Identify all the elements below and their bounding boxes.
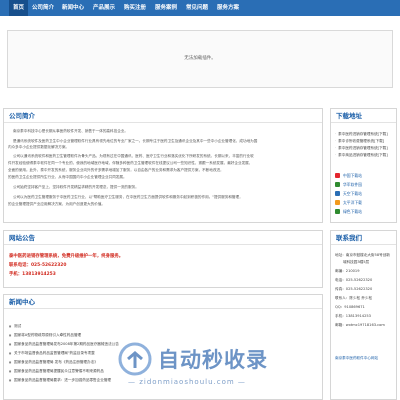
notice-phone: 联系电话：025-52622320 — [9, 263, 67, 268]
news-link[interactable]: 国家将A型药物疏导原则引入牵性药品管理 — [9, 333, 81, 338]
nav-cases[interactable]: 服务案例 — [155, 0, 177, 16]
download-site-label: 天空下载站 — [343, 191, 362, 196]
contact-mobile: 手机：13813914253 — [335, 314, 371, 318]
download-site-icon — [335, 191, 340, 196]
contact-phone: 电话：025-52622320 — [335, 278, 373, 282]
about-paragraph: 的医药卫生企业提供所生行业、从而中国国内中小企业管理企业共同发展。 — [8, 175, 127, 179]
nav-news[interactable]: 新闻中心 — [62, 0, 84, 16]
news-link[interactable]: 关于市场监督食品药品监督管理局"药监目录专项整 — [9, 351, 95, 356]
nav-home[interactable]: 首页 — [9, 0, 29, 16]
download-site-tiankong[interactable]: 天空下载站 — [335, 190, 385, 197]
about-paragraph: 内众多中小企业提供数据化解决方案。 — [8, 145, 70, 149]
news-link[interactable]: 国家食品药品监督管理局发布2008年第2期药品医疗器械违法公告 — [9, 342, 119, 347]
download-site-label: 绿色下载站 — [343, 209, 362, 214]
watermark-subtitle: — zidonmiaoshoulu.com — — [128, 378, 246, 386]
watermark: 自动秒收录 — zidonmiaoshoulu.com — — [118, 340, 388, 400]
download-site-label: 华军软件园 — [343, 182, 362, 187]
about-title: 公司简介 — [4, 109, 322, 123]
news-link[interactable]: 国家食品药品监督管理局提醒民众注意警惕不明来源药品 — [9, 369, 104, 374]
download-site-icon — [335, 200, 340, 205]
download-site-label: 中国下载站 — [343, 173, 362, 178]
download-site-icon — [335, 182, 340, 187]
notice-panel: 网站公告 泰中医药进销存管理系统，免费升级维护一年，终身服务。 联系电话：025… — [3, 230, 323, 288]
news-link[interactable]: 国家食品药品监督管理局要求：进一步加强药品零售企业管理 — [9, 378, 111, 383]
downloads-title: 下载地址 — [331, 109, 396, 123]
about-paragraph: 公司始终坚持客户至上，坚持软件开发精益求精的开发理念，提供一流的服务。 — [13, 185, 139, 189]
about-paragraph: 南京泰中科技中心是长期从事医药软件开发、销售于一体的高科技企业。 — [13, 129, 128, 133]
download-software-link[interactable]: 泰中医药进销存管理系统[下载] — [335, 146, 388, 151]
nav-solutions[interactable]: 服务方案 — [217, 0, 239, 16]
download-software-link[interactable]: 泰中医药进销存管理系统[下载] — [335, 132, 388, 137]
contact-address: 地址：南京市鼓楼北大街58号创新 — [335, 253, 390, 257]
plugin-banner: 无法加载插件。 — [7, 30, 393, 88]
download-software-link[interactable]: 泰中商品进销存管理系统[下载] — [335, 153, 388, 158]
watermark-title: 自动秒收录 — [158, 348, 268, 372]
contact-email: 邮箱：wxtmc19718163.com — [335, 323, 385, 327]
nav-products[interactable]: 产品展示 — [93, 0, 115, 16]
about-paragraph: 公司以为医药卫生管理服务于中医药卫生行业，以"帮助医疗卫生服务，在中医药卫生方面… — [13, 195, 243, 199]
download-site-icon — [335, 173, 340, 178]
news-title: 新闻中心 — [4, 295, 322, 309]
about-panel: 公司简介 南京泰中科技中心是长期从事医药软件开发、销售于一体的高科技企业。 是通… — [3, 108, 323, 223]
notice-title: 网站公告 — [4, 231, 322, 245]
notice-mobile: 手机：13813914253 — [9, 272, 56, 277]
download-site-label: 太平洋下载 — [343, 200, 362, 205]
contact-qq: QQ：910869671 — [335, 305, 365, 309]
about-paragraph: 公司以通讯系统软件和医药卫生管理软件为骨头产品。为现有过在中国通讯、医药、医疗卫… — [13, 154, 254, 158]
contact-fax: 传真：025-52622320 — [335, 287, 373, 291]
watermark-logo-icon — [118, 342, 152, 376]
nav-faq[interactable]: 常见问题 — [186, 0, 208, 16]
contact-title: 联系我们 — [331, 231, 396, 245]
download-site-green[interactable]: 绿色下载站 — [335, 208, 385, 215]
news-link[interactable]: 国家食品药品监督管理局 发布《药品注册管理办法》 — [9, 360, 98, 365]
download-site-pconline[interactable]: 太平洋下载 — [335, 199, 385, 206]
about-paragraph: 件开发经验使得泰中软件在同一个专业的，使我的地域医疗地域，伴随多种医药卫生管理软… — [8, 161, 253, 165]
contact-address-2: 城科技园3幢5层 — [343, 260, 370, 264]
download-site-huajun[interactable]: 华军软件园 — [335, 181, 385, 188]
downloads-panel: 下载地址 泰中医药进销存管理系统[下载] 泰中诊所收费管理系统[下载] 泰中医药… — [330, 108, 397, 223]
contact-person: 联系人：陈少松 乔少松 — [335, 296, 373, 300]
about-paragraph: 全面的使用。此外，泰中开发的系统，服务企业向外的许多需求地增加了服务，以自由各户… — [8, 168, 224, 172]
plugin-error-text: 无法加载插件。 — [184, 56, 216, 61]
top-navbar: 首页 公司简介 新闻中心 产品展示 购买注册 服务案例 常见问题 服务方案 — [0, 0, 400, 16]
notice-line: 泰中医药进销存管理系统，免费升级维护一年，终身服务。 — [9, 254, 124, 259]
news-link[interactable]: 测试 — [9, 324, 21, 329]
download-software-link[interactable]: 泰中诊所收费管理系统[下载] — [335, 139, 384, 144]
contact-postcode: 邮编：210019 — [335, 269, 360, 273]
nav-purchase[interactable]: 购买注册 — [124, 0, 146, 16]
about-paragraph: 的企业管理提供产业应用解决方案，为用户创造更大的价值。 — [8, 202, 106, 206]
download-site-china[interactable]: 中国下载站 — [335, 172, 385, 179]
nav-company[interactable]: 公司简介 — [32, 0, 54, 16]
download-site-icon — [335, 209, 340, 214]
